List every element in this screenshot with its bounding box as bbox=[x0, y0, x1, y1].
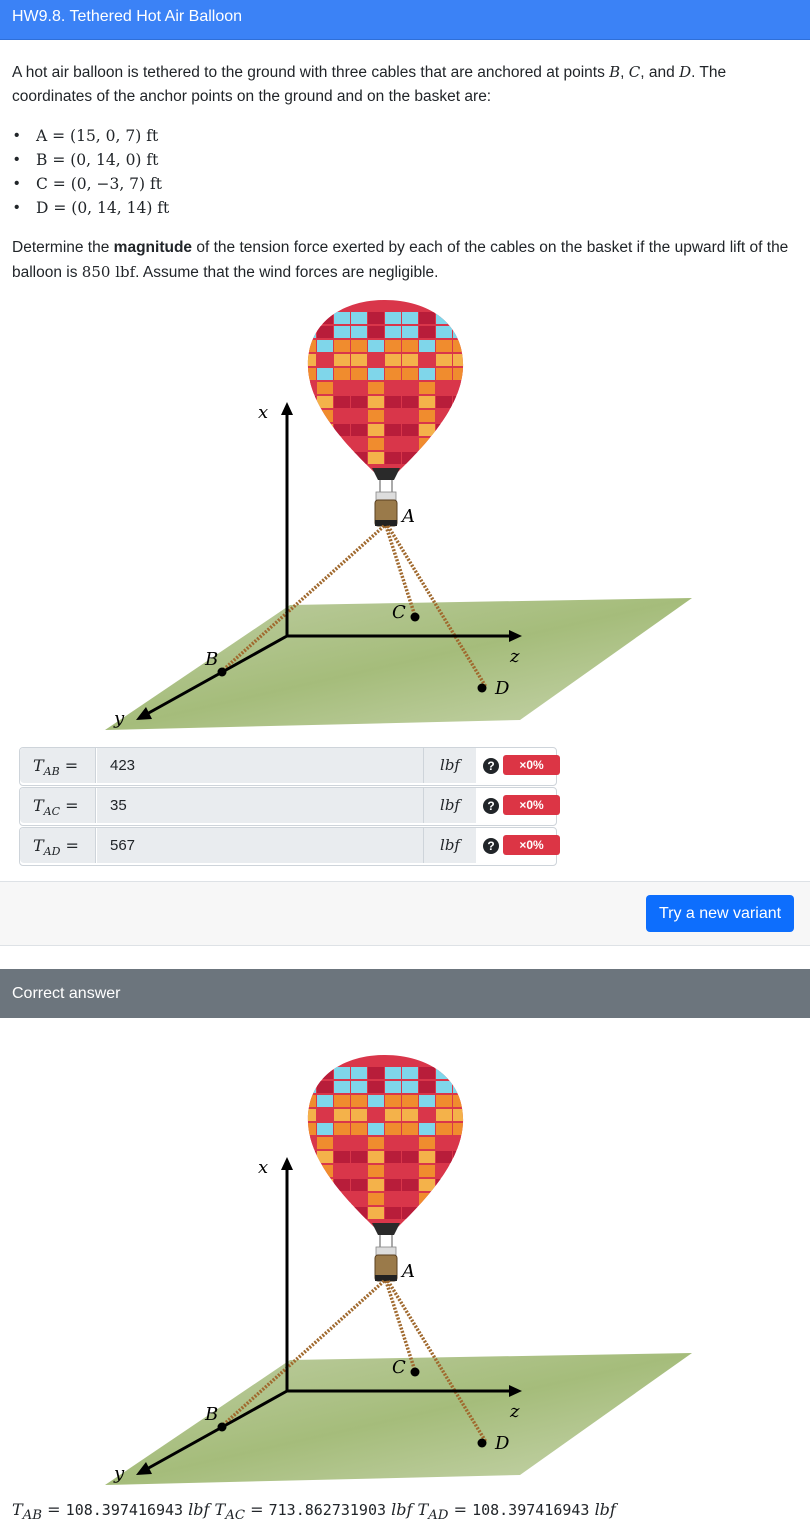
question-title: HW9.8. Tethered Hot Air Balloon bbox=[12, 8, 243, 25]
intro-text: A hot air balloon is tethered to the gro… bbox=[12, 64, 610, 81]
lift-value: 850 lbf bbox=[81, 263, 136, 281]
label-sub: AC bbox=[43, 805, 61, 819]
axis-label-z: z bbox=[509, 1401, 520, 1422]
coordinate-item: B = (0, 14, 0) ft bbox=[14, 148, 169, 172]
point-label-C: C bbox=[392, 1357, 406, 1378]
axis-label-x: x bbox=[258, 402, 268, 423]
label-sub: AD bbox=[43, 845, 61, 859]
answer-table: TAB = 423 lbf ? ×0% TAC = 35 lbf ? ×0% T… bbox=[19, 747, 560, 867]
anchor-C bbox=[410, 612, 420, 622]
correct-answer-header: Correct answer bbox=[0, 969, 810, 1018]
tac-sub: AC bbox=[225, 1508, 246, 1524]
tac-label: T bbox=[214, 1500, 226, 1519]
answer-input-TAB[interactable]: 423 bbox=[97, 748, 423, 783]
label-T: T bbox=[33, 836, 44, 855]
help-icon[interactable]: ? bbox=[483, 758, 499, 774]
question-text: Determine the bbox=[12, 239, 114, 256]
answer-label: TAB = bbox=[20, 748, 96, 783]
tab-sub: AB bbox=[22, 1508, 43, 1524]
tab-unit: lbf bbox=[188, 1500, 210, 1519]
point-C-ref: C bbox=[628, 63, 641, 81]
axis-label-y: y bbox=[113, 1463, 125, 1484]
point-label-D: D bbox=[494, 1433, 510, 1454]
answer-input-TAD[interactable]: 567 bbox=[97, 828, 423, 863]
problem-intro: A hot air balloon is tethered to the gro… bbox=[12, 60, 798, 109]
anchor-B bbox=[217, 1422, 227, 1432]
balloon-figure: x z y A B C D bbox=[0, 300, 810, 750]
point-B-ref: B bbox=[609, 63, 621, 81]
tac-value: 713.862731903 bbox=[268, 1501, 387, 1519]
axis-label-x: x bbox=[258, 1157, 268, 1178]
x-axis-arrow bbox=[281, 1157, 293, 1170]
score-badge: ×0% bbox=[503, 795, 560, 815]
point-label-B: B bbox=[204, 1404, 218, 1425]
tad-sub: AD bbox=[428, 1508, 449, 1524]
axis-label-z: z bbox=[509, 646, 520, 667]
answer-label: TAC = bbox=[20, 788, 96, 823]
anchor-C bbox=[410, 1367, 420, 1377]
tab-value: 108.397416943 bbox=[65, 1501, 184, 1519]
tad-unit: lbf bbox=[594, 1500, 616, 1519]
problem-question: Determine the magnitude of the tension f… bbox=[12, 236, 798, 285]
anchor-D bbox=[477, 683, 487, 693]
tad-label: T bbox=[417, 1500, 429, 1519]
coordinate-list: A = (15, 0, 7) ft B = (0, 14, 0) ft C = … bbox=[14, 124, 169, 220]
help-icon[interactable]: ? bbox=[483, 798, 499, 814]
help-icon[interactable]: ? bbox=[483, 838, 499, 854]
answer-row-TAC: TAC = 35 lbf ? ×0% bbox=[19, 787, 560, 826]
axis-label-y: y bbox=[113, 708, 125, 729]
intro-sep: , bbox=[620, 64, 629, 81]
point-D-ref: D bbox=[679, 63, 692, 81]
point-label-A: A bbox=[400, 1261, 415, 1282]
unit-label: lbf bbox=[423, 788, 476, 823]
point-label-D: D bbox=[494, 678, 510, 699]
balloon-figure-answer: x z y A B C D bbox=[0, 1055, 810, 1505]
score-badge: ×0% bbox=[503, 755, 560, 775]
label-T: T bbox=[33, 756, 44, 775]
coordinate-item: A = (15, 0, 7) ft bbox=[14, 124, 169, 148]
balloon bbox=[307, 300, 464, 527]
point-label-C: C bbox=[392, 602, 406, 623]
point-label-B: B bbox=[204, 649, 218, 670]
question-text: . Assume that the wind forces are neglig… bbox=[135, 264, 439, 281]
tab-label: T bbox=[12, 1500, 23, 1519]
question-header: HW9.8. Tethered Hot Air Balloon bbox=[0, 0, 810, 40]
correct-answer-title: Correct answer bbox=[12, 985, 121, 1002]
label-T: T bbox=[33, 796, 44, 815]
answer-row-TAB: TAB = 423 lbf ? ×0% bbox=[19, 747, 560, 786]
try-new-variant-button[interactable]: Try a new variant bbox=[646, 895, 794, 932]
anchor-D bbox=[477, 1438, 487, 1448]
anchor-B bbox=[217, 667, 227, 677]
label-sub: AB bbox=[43, 765, 60, 779]
unit-label: lbf bbox=[423, 748, 476, 783]
tac-unit: lbf bbox=[391, 1500, 413, 1519]
action-bar: Try a new variant bbox=[0, 881, 810, 946]
coordinate-item: C = (0, −3, 7) ft bbox=[14, 172, 169, 196]
point-label-A: A bbox=[400, 506, 415, 527]
score-badge: ×0% bbox=[503, 835, 560, 855]
unit-label: lbf bbox=[423, 828, 476, 863]
intro-sep: , and bbox=[640, 64, 680, 81]
coordinate-item: D = (0, 14, 14) ft bbox=[14, 196, 169, 220]
answer-label: TAD = bbox=[20, 828, 96, 863]
balloon bbox=[307, 1055, 464, 1282]
x-axis-arrow bbox=[281, 402, 293, 415]
correct-answer-values: TAB = 108.397416943 lbf TAC = 713.862731… bbox=[12, 1500, 616, 1524]
answer-row-TAD: TAD = 567 lbf ? ×0% bbox=[19, 827, 560, 866]
answer-input-TAC[interactable]: 35 bbox=[97, 788, 423, 823]
magnitude-emphasis: magnitude bbox=[113, 239, 193, 256]
tad-value: 108.397416943 bbox=[472, 1501, 590, 1519]
